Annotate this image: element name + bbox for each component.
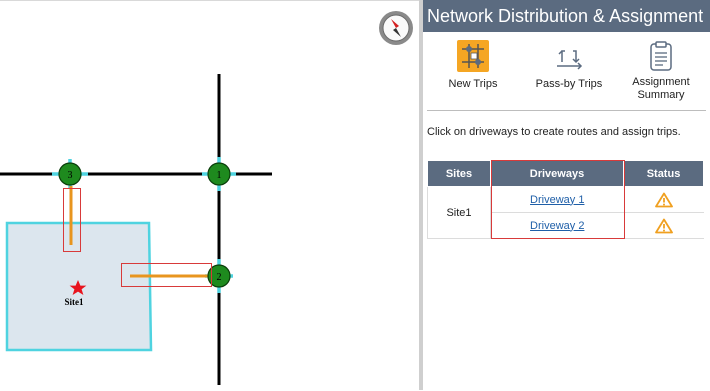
compass-icon[interactable] bbox=[379, 11, 413, 45]
driveway-cell: Driveway 1 bbox=[490, 186, 624, 213]
header-driveways: Driveways bbox=[490, 160, 624, 187]
warning-icon[interactable] bbox=[654, 192, 673, 208]
table-row: Site1 Driveway 1 bbox=[427, 186, 704, 239]
pass-by-trips-label: Pass-by Trips bbox=[535, 78, 603, 90]
status-cell bbox=[623, 212, 704, 239]
map-graphics: 3 1 2 Site1 bbox=[0, 11, 413, 385]
pass-by-trips-button[interactable]: Pass-by Trips bbox=[530, 40, 608, 91]
side-panel: Network Distribution & Assignment New Tr… bbox=[423, 0, 710, 390]
node-1-label: 1 bbox=[217, 170, 222, 181]
warning-icon[interactable] bbox=[654, 218, 673, 234]
status-cell bbox=[623, 186, 704, 213]
clipboard-icon bbox=[650, 41, 672, 71]
site-cell: Site1 bbox=[427, 186, 491, 239]
node-3[interactable]: 3 bbox=[58, 162, 82, 186]
panel-title: Network Distribution & Assignment bbox=[423, 0, 710, 32]
node-2-label: 2 bbox=[217, 272, 222, 283]
driveway-1-link[interactable]: Driveway 1 bbox=[530, 194, 584, 206]
pass-by-arrows-icon bbox=[557, 50, 583, 70]
header-sites: Sites bbox=[427, 160, 491, 187]
assignment-table: Sites Driveways Status Site1 Driveway 1 bbox=[427, 160, 704, 239]
driveway-2-link[interactable]: Driveway 2 bbox=[530, 220, 584, 232]
assignment-summary-label: Assignment Summary bbox=[632, 76, 690, 101]
site-label: Site1 bbox=[65, 297, 84, 307]
node-1[interactable]: 1 bbox=[207, 162, 231, 186]
toolbar: New Trips Pass-by Trips Assignment Summa… bbox=[427, 32, 706, 111]
new-trips-button[interactable]: New Trips bbox=[443, 40, 503, 91]
header-status: Status bbox=[623, 160, 704, 187]
instructions-text: Click on driveways to create routes and … bbox=[427, 126, 681, 138]
node-3-label: 3 bbox=[68, 170, 73, 181]
assignment-summary-button[interactable]: Assignment Summary bbox=[625, 40, 697, 102]
driveway-cell: Driveway 2 bbox=[490, 212, 624, 239]
new-trips-label: New Trips bbox=[448, 78, 498, 90]
node-2[interactable]: 2 bbox=[207, 264, 231, 288]
network-trips-icon bbox=[457, 40, 489, 72]
map-canvas[interactable]: 3 1 2 Site1 bbox=[0, 0, 419, 390]
